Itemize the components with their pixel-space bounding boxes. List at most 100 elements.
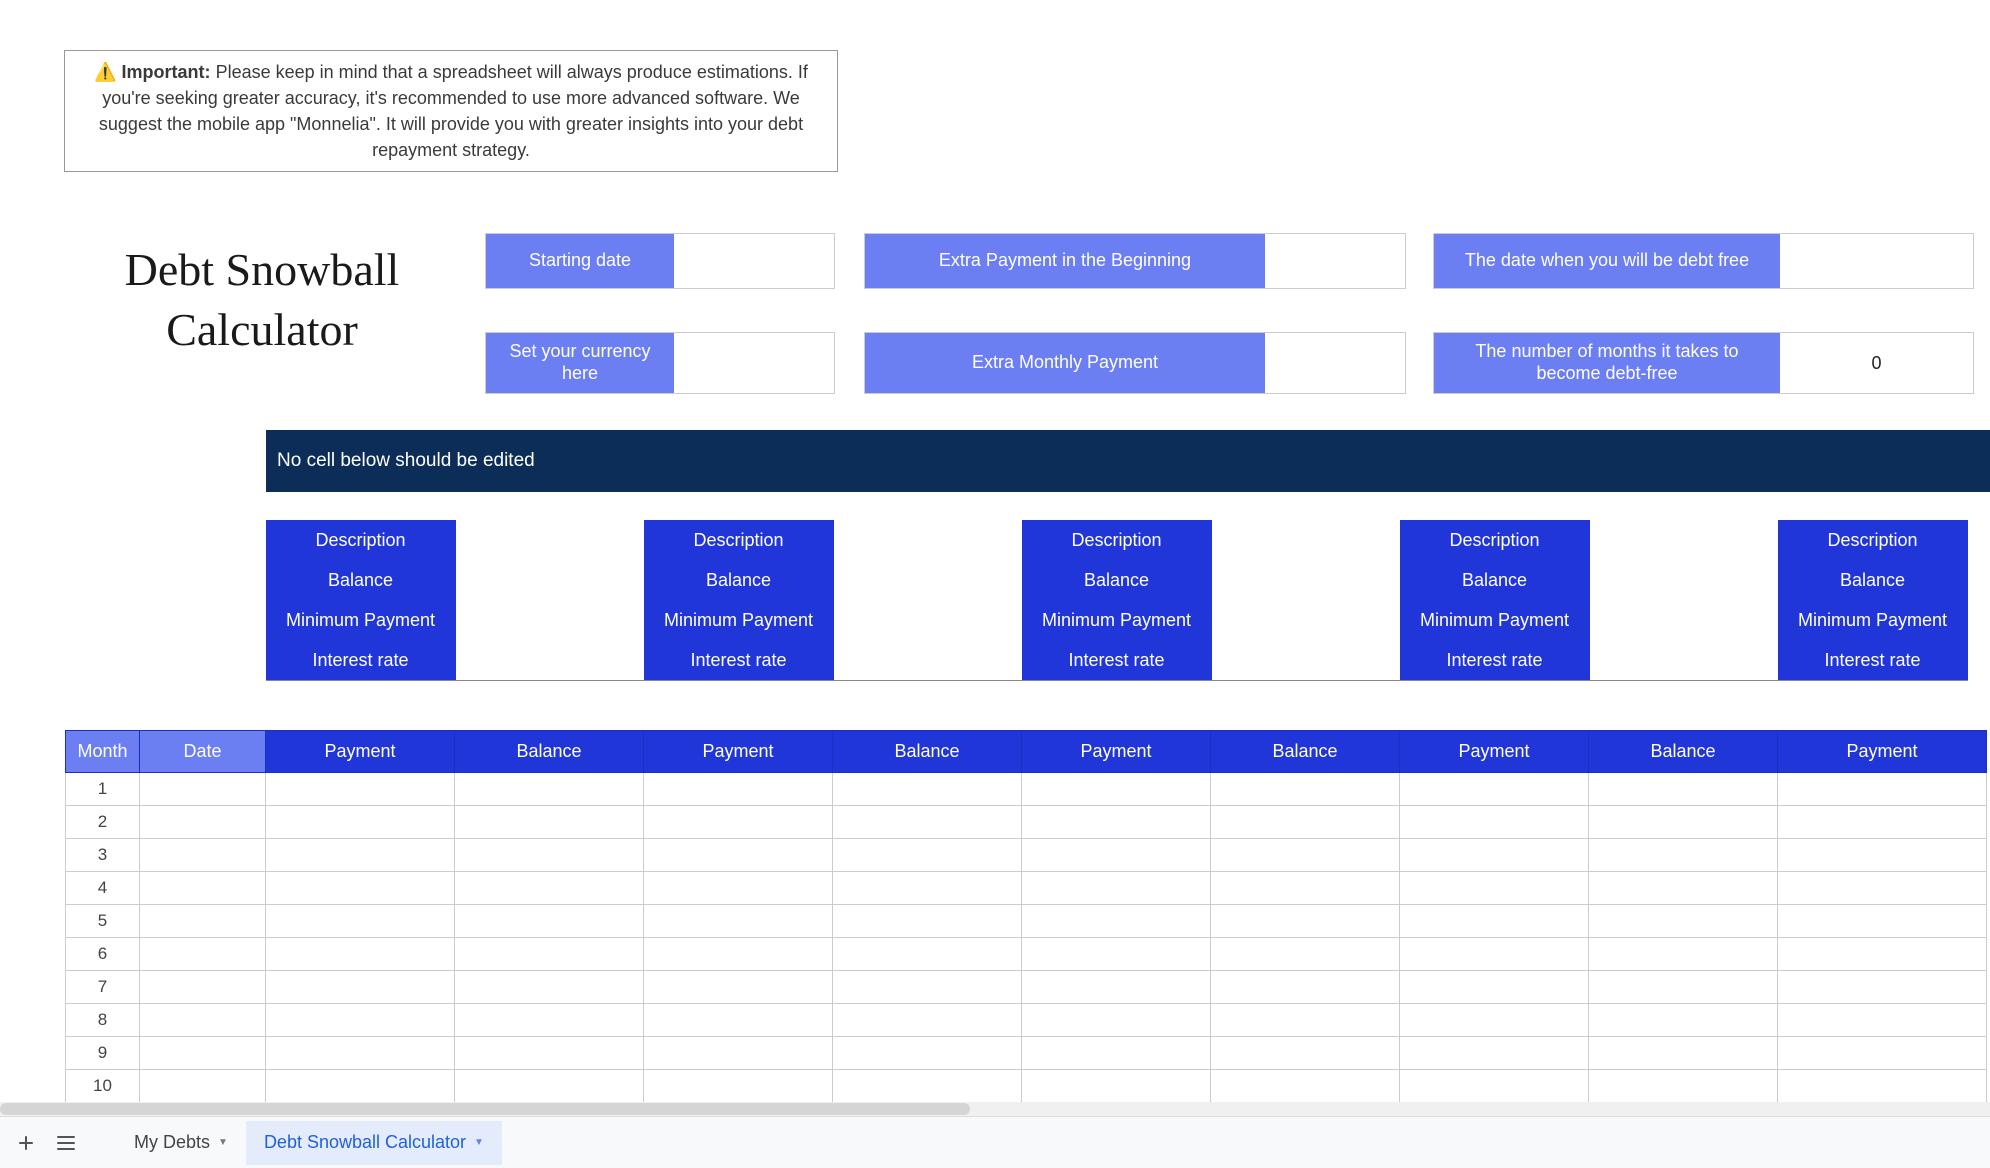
schedule-cell[interactable] (455, 1070, 644, 1103)
tab-my-debts[interactable]: My Debts ▼ (116, 1121, 246, 1165)
schedule-cell[interactable] (1211, 938, 1400, 971)
schedule-cell[interactable] (1589, 872, 1778, 905)
debt-value-cell[interactable] (1590, 560, 1778, 600)
schedule-cell[interactable] (1778, 971, 1987, 1004)
schedule-cell[interactable] (455, 872, 644, 905)
schedule-cell[interactable] (644, 773, 833, 806)
schedule-cell[interactable] (140, 938, 266, 971)
schedule-cell[interactable] (1400, 1037, 1589, 1070)
debt-value-cell[interactable] (834, 560, 1022, 600)
schedule-cell[interactable] (1778, 1070, 1987, 1103)
schedule-cell[interactable] (266, 938, 455, 971)
month-cell[interactable]: 5 (66, 905, 140, 938)
debt-value-cell[interactable] (834, 600, 1022, 640)
schedule-cell[interactable] (644, 938, 833, 971)
schedule-cell[interactable] (1400, 1004, 1589, 1037)
tab-debt-snowball[interactable]: Debt Snowball Calculator ▼ (246, 1121, 502, 1165)
debt-value-cell[interactable] (1590, 600, 1778, 640)
schedule-cell[interactable] (1589, 905, 1778, 938)
schedule-cell[interactable] (1022, 905, 1211, 938)
add-sheet-button[interactable] (6, 1123, 46, 1163)
schedule-cell[interactable] (140, 806, 266, 839)
schedule-cell[interactable] (833, 872, 1022, 905)
debt-value-cell[interactable] (1212, 600, 1400, 640)
month-cell[interactable]: 1 (66, 773, 140, 806)
schedule-cell[interactable] (1589, 806, 1778, 839)
schedule-cell[interactable] (833, 839, 1022, 872)
schedule-cell[interactable] (455, 1004, 644, 1037)
schedule-cell[interactable] (833, 938, 1022, 971)
extra-monthly-input[interactable] (1265, 333, 1405, 393)
schedule-cell[interactable] (644, 1070, 833, 1103)
extra-begin-input[interactable] (1265, 234, 1405, 288)
schedule-cell[interactable] (140, 1037, 266, 1070)
schedule-cell[interactable] (1211, 773, 1400, 806)
month-cell[interactable]: 7 (66, 971, 140, 1004)
schedule-cell[interactable] (1022, 1004, 1211, 1037)
schedule-cell[interactable] (644, 905, 833, 938)
schedule-cell[interactable] (1778, 1037, 1987, 1070)
schedule-cell[interactable] (1211, 872, 1400, 905)
schedule-cell[interactable] (266, 1004, 455, 1037)
schedule-cell[interactable] (1400, 905, 1589, 938)
schedule-cell[interactable] (1589, 839, 1778, 872)
schedule-cell[interactable] (1022, 839, 1211, 872)
schedule-cell[interactable] (266, 872, 455, 905)
currency-input[interactable] (674, 333, 834, 393)
debt-value-cell[interactable] (456, 640, 644, 680)
schedule-cell[interactable] (266, 773, 455, 806)
debt-value-cell[interactable] (456, 600, 644, 640)
schedule-cell[interactable] (1400, 806, 1589, 839)
schedule-cell[interactable] (1022, 773, 1211, 806)
schedule-cell[interactable] (1400, 971, 1589, 1004)
schedule-cell[interactable] (140, 872, 266, 905)
schedule-cell[interactable] (644, 806, 833, 839)
schedule-cell[interactable] (1778, 905, 1987, 938)
schedule-cell[interactable] (140, 839, 266, 872)
debt-value-cell[interactable] (456, 560, 644, 600)
debt-value-cell[interactable] (1590, 520, 1778, 560)
schedule-cell[interactable] (140, 1004, 266, 1037)
schedule-cell[interactable] (1589, 773, 1778, 806)
schedule-cell[interactable] (1211, 839, 1400, 872)
schedule-cell[interactable] (1400, 938, 1589, 971)
schedule-cell[interactable] (455, 806, 644, 839)
schedule-cell[interactable] (1022, 872, 1211, 905)
debt-value-cell[interactable] (1212, 520, 1400, 560)
schedule-cell[interactable] (1211, 1004, 1400, 1037)
schedule-cell[interactable] (1211, 1037, 1400, 1070)
debt-value-cell[interactable] (1212, 560, 1400, 600)
debt-value-cell[interactable] (456, 520, 644, 560)
schedule-cell[interactable] (1211, 905, 1400, 938)
schedule-cell[interactable] (455, 905, 644, 938)
schedule-cell[interactable] (1022, 938, 1211, 971)
schedule-cell[interactable] (1778, 839, 1987, 872)
schedule-cell[interactable] (140, 971, 266, 1004)
horizontal-scrollbar[interactable] (0, 1102, 1990, 1116)
schedule-cell[interactable] (1211, 1070, 1400, 1103)
starting-date-input[interactable] (674, 234, 834, 288)
schedule-cell[interactable] (1400, 872, 1589, 905)
schedule-cell[interactable] (1778, 773, 1987, 806)
schedule-cell[interactable] (1022, 806, 1211, 839)
all-sheets-button[interactable] (46, 1123, 86, 1163)
schedule-cell[interactable] (833, 773, 1022, 806)
schedule-cell[interactable] (1211, 971, 1400, 1004)
schedule-cell[interactable] (1400, 1070, 1589, 1103)
schedule-cell[interactable] (1589, 971, 1778, 1004)
schedule-cell[interactable] (1778, 938, 1987, 971)
debt-value-cell[interactable] (1590, 640, 1778, 680)
schedule-cell[interactable] (140, 773, 266, 806)
schedule-cell[interactable] (833, 806, 1022, 839)
month-cell[interactable]: 2 (66, 806, 140, 839)
schedule-cell[interactable] (1400, 773, 1589, 806)
schedule-cell[interactable] (1400, 839, 1589, 872)
debt-value-cell[interactable] (834, 520, 1022, 560)
schedule-cell[interactable] (455, 773, 644, 806)
schedule-cell[interactable] (455, 839, 644, 872)
schedule-cell[interactable] (140, 1070, 266, 1103)
schedule-cell[interactable] (1211, 806, 1400, 839)
schedule-cell[interactable] (1589, 1070, 1778, 1103)
schedule-cell[interactable] (1589, 1037, 1778, 1070)
schedule-cell[interactable] (266, 1070, 455, 1103)
